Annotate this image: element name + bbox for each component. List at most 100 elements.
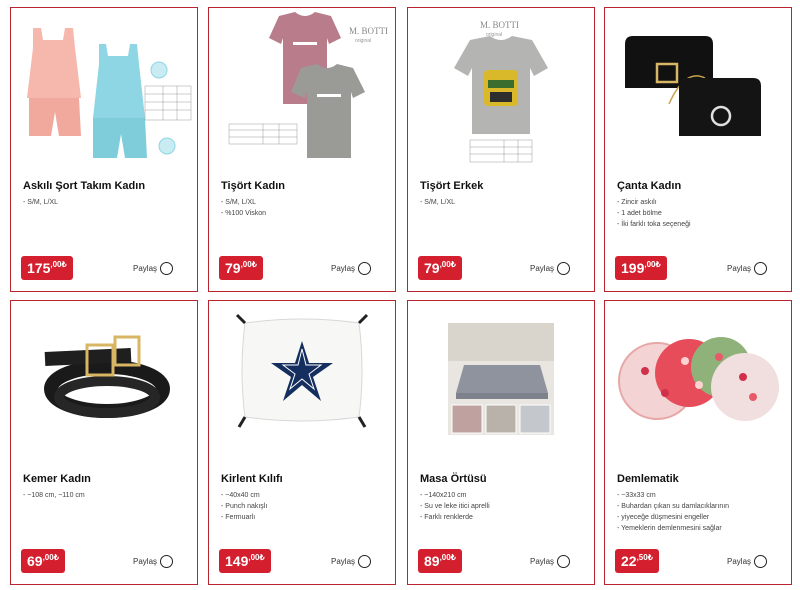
feature-item: - S/M, L/XL [23,199,59,206]
black-bag-ring [668,75,761,136]
product-features: - ~108 cm, ~110 cm [23,490,195,501]
feature-item: - 1 adet bölme [617,210,662,217]
product-features: - S/M, L/XL [23,197,195,208]
product-features: - ~40x40 cm - Punch nakışlı - Fermuarlı [221,490,393,523]
feature-item: - İki farklı toka seçeneği [617,221,691,228]
grey-tshirt [291,64,365,158]
price-badge: 199,00₺ [615,256,667,280]
product-features: - ~33x33 cm - Buhardan çıkan su damlacık… [617,490,789,534]
price-badge: 89,00₺ [418,549,462,573]
price-decimal: ,00₺ [439,260,456,269]
product-card-canta[interactable]: Çanta Kadın - Zincir askılı - 1 adet böl… [604,7,792,292]
share-radio-icon[interactable] [754,555,768,568]
product-title: Çanta Kadın [617,180,682,192]
product-card-tisort-kadin[interactable]: M. BOTTI original Tişört Kadın - S/M, L/… [208,7,396,292]
brand-logo: M. BOTTI [349,26,388,36]
share-toggle[interactable]: Paylaş [133,555,174,568]
price-badge: 22,50₺ [615,549,659,573]
floral-lid-covers [618,337,779,421]
fabric-swatch-icon [158,137,176,155]
share-toggle[interactable]: Paylaş [727,262,768,275]
feature-item: - Fermuarlı [221,514,256,521]
price-main: 149 [225,553,249,569]
black-belt [44,348,170,418]
product-title: Kirlent Kılıfı [221,473,283,485]
product-image-canta[interactable] [605,8,791,170]
share-label: Paylaş [727,264,752,273]
product-card-masa-ortusu[interactable]: Masa Örtüsü - ~140x210 cm - Su ve leke i… [407,300,595,585]
blue-pajama-set [93,44,147,158]
product-image-tisort-kadin[interactable]: M. BOTTI original [209,8,395,170]
share-toggle[interactable]: Paylaş [133,262,174,275]
share-radio-icon[interactable] [160,262,174,275]
feature-item: - %100 Viskon [221,210,267,217]
product-card-kemer[interactable]: Kemer Kadın - ~108 cm, ~110 cm 69,00₺ Pa… [10,300,198,585]
price-main: 79 [225,260,241,276]
size-chart [228,123,298,145]
feature-item: - ~140x210 cm [420,492,467,499]
share-toggle[interactable]: Paylaş [530,555,571,568]
share-label: Paylaş [133,264,158,273]
feature-item: - Zincir askılı [617,199,657,206]
product-image-masa-ortusu[interactable] [408,301,594,463]
share-toggle[interactable]: Paylaş [331,555,372,568]
brand-logo-sub: original [355,38,371,44]
product-image-tisort-erkek[interactable]: M. BOTTI original [408,8,594,170]
product-title: Tişört Erkek [420,180,484,192]
price-main: 79 [424,260,440,276]
price-decimal: ,00₺ [240,260,257,269]
share-radio-icon[interactable] [358,555,372,568]
product-card-sort-takim[interactable]: Askılı Şort Takım Kadın - S/M, L/XL 175,… [10,7,198,292]
size-chart [144,85,192,121]
feature-item: - Su ve leke itici aprelli [420,503,490,510]
share-radio-icon[interactable] [754,262,768,275]
price-badge: 175,00₺ [21,256,73,280]
share-label: Paylaş [530,557,555,566]
feature-item: - ~108 cm, ~110 cm [23,492,85,499]
share-toggle[interactable]: Paylaş [727,555,768,568]
price-main: 22 [621,553,637,569]
product-image-demlematik[interactable] [605,301,791,463]
share-radio-icon[interactable] [160,555,174,568]
price-main: 199 [621,260,645,276]
product-title: Tişört Kadın [221,180,285,192]
feature-item: - Yemeklerin demlenmesini sağlar [617,525,722,532]
grey-mens-tshirt [454,36,548,134]
share-toggle[interactable]: Paylaş [530,262,571,275]
price-decimal: ,00₺ [248,553,265,562]
product-features: - S/M, L/XL [420,197,592,208]
price-badge: 149,00₺ [219,549,271,573]
share-radio-icon[interactable] [557,555,571,568]
share-label: Paylaş [530,264,555,273]
product-card-kirlent[interactable]: Kirlent Kılıfı - ~40x40 cm - Punch nakış… [208,300,396,585]
product-card-demlematik[interactable]: Demlematik - ~33x33 cm - Buhardan çıkan … [604,300,792,585]
feature-item: - S/M, L/XL [221,199,257,206]
product-image-kirlent[interactable] [209,301,395,463]
feature-item: - yiyeceğe düşmesini engeller [617,514,710,521]
price-decimal: ,00₺ [439,553,456,562]
feature-item: - Punch nakışlı [221,503,268,510]
price-main: 69 [27,553,43,569]
product-features: - Zincir askılı - 1 adet bölme - İki far… [617,197,789,230]
share-radio-icon[interactable] [557,262,571,275]
share-label: Paylaş [331,264,356,273]
share-label: Paylaş [133,557,158,566]
feature-item: - ~40x40 cm [221,492,260,499]
price-badge: 79,00₺ [418,256,462,280]
size-chart [469,139,533,163]
feature-item: - S/M, L/XL [420,199,456,206]
price-badge: 69,00₺ [21,549,65,573]
product-title: Masa Örtüsü [420,473,487,485]
price-decimal: ,00₺ [644,260,661,269]
share-radio-icon[interactable] [358,262,372,275]
product-features: - ~140x210 cm - Su ve leke itici aprelli… [420,490,592,523]
share-toggle[interactable]: Paylaş [331,262,372,275]
price-main: 89 [424,553,440,569]
product-image-kemer[interactable] [11,301,197,463]
product-image-sort-takim[interactable] [11,8,197,170]
product-title: Askılı Şort Takım Kadın [23,180,146,192]
product-card-tisort-erkek[interactable]: M. BOTTI original Tişört Erkek - S/M, L/… [407,7,595,292]
feature-item: - ~33x33 cm [617,492,656,499]
product-title: Kemer Kadın [23,473,91,485]
pink-pajama-set [27,28,81,136]
